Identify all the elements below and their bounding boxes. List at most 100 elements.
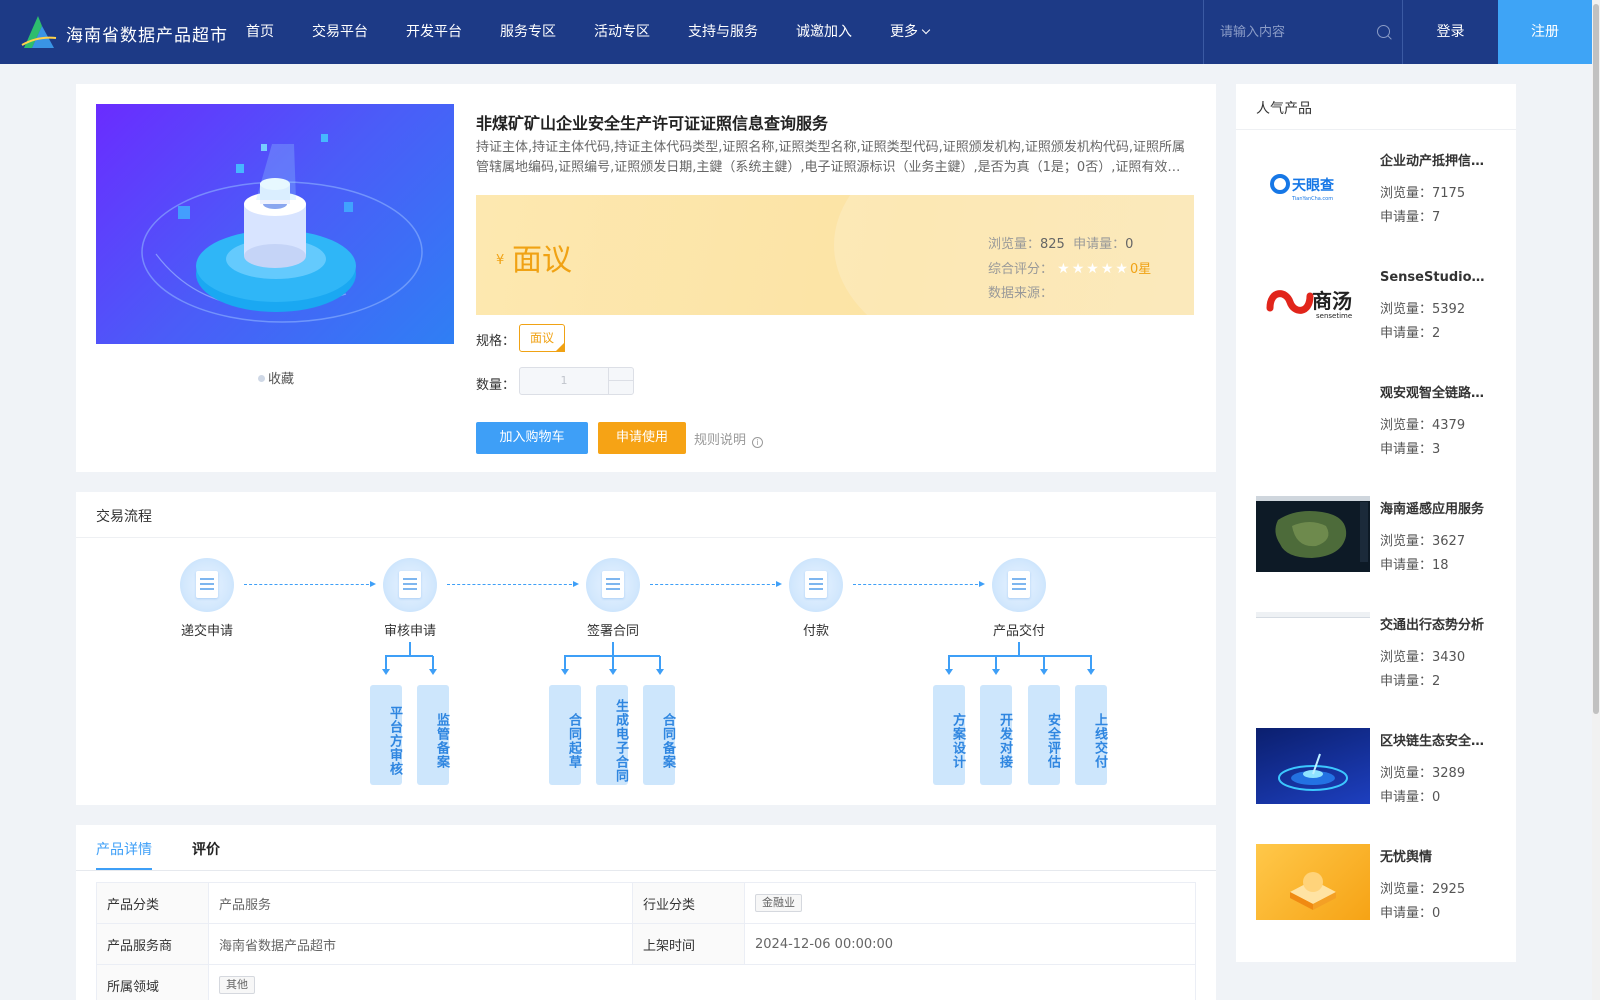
substep-platform-review: 平台方审核 <box>370 685 402 785</box>
nav-dev-platform[interactable]: 开发平台 <box>406 0 462 64</box>
apply-use-button[interactable]: 申请使用 <box>598 422 686 454</box>
spec-option[interactable]: 面议 <box>519 324 565 352</box>
applies-label: 申请量： <box>1380 906 1433 921</box>
register-button[interactable]: 注册 <box>1498 0 1592 64</box>
search-icon[interactable] <box>1377 25 1390 38</box>
views-value: 3289 <box>1432 766 1466 781</box>
popular-item[interactable]: 无忧舆情 浏览量：2925 申请量：0 <box>1256 844 1496 921</box>
step-delivery: 产品交付 <box>959 558 1079 639</box>
tree-arrow <box>1087 656 1095 675</box>
tab-reviews[interactable]: 评价 <box>192 839 220 859</box>
substep-security-assessment: 安全评估 <box>1028 685 1060 785</box>
nav-service-zone[interactable]: 服务专区 <box>500 0 556 64</box>
views-value: 3430 <box>1432 650 1466 665</box>
quantity-increase-button[interactable] <box>609 368 633 381</box>
spec-label: 规格： <box>476 334 516 349</box>
popular-item-name[interactable]: 观安观智全链路数据安全 <box>1380 382 1492 401</box>
nav-home[interactable]: 首页 <box>246 0 274 64</box>
applies-value: 7 <box>1432 210 1441 225</box>
popular-item-applies: 申请量：2 <box>1380 322 1440 341</box>
step-payment: 付款 <box>756 558 876 639</box>
product-thumbnail[interactable] <box>1256 496 1370 572</box>
domain-tag: 其他 <box>219 976 255 994</box>
site-logo-icon[interactable] <box>18 12 58 52</box>
product-detail-section: 产品详情 评价 产品分类 产品服务 行业分类 金融业 产品服务商 海南省数据产品… <box>76 825 1216 1000</box>
login-button[interactable]: 登录 <box>1403 0 1498 64</box>
tree-connector <box>1018 642 1020 656</box>
popular-item-name[interactable]: 海南遥感应用服务 <box>1380 498 1492 517</box>
product-title: 非煤矿矿山企业安全生产许可证证照信息查询服务 <box>476 114 829 133</box>
industry-tag: 金融业 <box>755 894 802 912</box>
quantity-decrease-button[interactable] <box>609 381 633 394</box>
views-label: 浏览量： <box>988 237 1041 252</box>
popular-title: 人气产品 <box>1256 101 1312 117</box>
tree-arrow <box>945 656 953 675</box>
search-box <box>1203 0 1403 64</box>
product-thumbnail[interactable]: 天眼查 TianYanCha.com <box>1256 148 1370 224</box>
nav-support[interactable]: 支持与服务 <box>688 0 758 64</box>
add-to-cart-button[interactable]: 加入购物车 <box>476 422 588 454</box>
product-thumbnail[interactable] <box>1256 612 1370 688</box>
applies-value: 0 <box>1432 790 1441 805</box>
applies-label: 申请量： <box>1380 442 1433 457</box>
popular-item-name[interactable]: 区块链生态安全服务 <box>1380 730 1492 749</box>
site-brand[interactable]: 海南省数据产品超市 <box>66 21 228 46</box>
favorite-button[interactable]: 收藏 <box>258 368 294 387</box>
payment-wallet-icon <box>789 558 843 612</box>
star-icon: ★ <box>1057 261 1070 277</box>
nav-join[interactable]: 诚邀加入 <box>796 0 852 64</box>
quantity-stepper[interactable]: 1 <box>519 367 634 395</box>
popular-item[interactable]: 交通出行态势分析 浏览量：3430 申请量：2 <box>1256 612 1496 689</box>
views-label: 浏览量： <box>1380 766 1433 781</box>
popular-item[interactable]: 区块链生态安全服务 浏览量：3289 申请量：0 <box>1256 728 1496 805</box>
product-thumbnail[interactable] <box>1256 380 1370 456</box>
detail-key: 产品分类 <box>96 882 209 924</box>
product-thumbnail[interactable]: 商汤 sensetime <box>1256 264 1370 340</box>
applies-label: 申请量： <box>1380 210 1433 225</box>
tree-arrow <box>429 656 437 675</box>
table-row: 所属领域 其他 <box>96 964 1196 1000</box>
tree-connector <box>948 655 1092 657</box>
substep-dev-integration: 开发对接 <box>980 685 1012 785</box>
trade-flow-title: 交易流程 <box>96 509 152 525</box>
page-scrollbar[interactable] <box>1592 0 1600 1000</box>
popular-item-name[interactable]: SenseStudio智能开发平台 <box>1380 266 1492 285</box>
search-input[interactable] <box>1220 22 1370 42</box>
substep-solution-design: 方案设计 <box>933 685 965 785</box>
nav-more[interactable]: 更多 <box>890 0 929 64</box>
popular-item[interactable]: 天眼查 TianYanCha.com 企业动产抵押信息查询 浏览量：7175 申… <box>1256 148 1496 225</box>
popular-item-name[interactable]: 无忧舆情 <box>1380 846 1492 865</box>
substep-e-contract: 生成电子合同 <box>596 685 628 785</box>
nav-more-label: 更多 <box>890 24 918 40</box>
views-value: 5392 <box>1432 302 1466 317</box>
price-value: 面议 <box>512 243 572 278</box>
rules-link[interactable]: 规则说明 i <box>694 429 764 448</box>
popular-item-views: 浏览量：3627 <box>1380 530 1465 549</box>
scrollbar-thumb[interactable] <box>1593 4 1599 714</box>
popular-item-applies: 申请量：0 <box>1380 902 1440 921</box>
applies-label: 申请量： <box>1380 790 1433 805</box>
detail-key: 所属领域 <box>96 964 209 1000</box>
views-value: 2925 <box>1432 882 1466 897</box>
product-thumbnail[interactable] <box>1256 728 1370 804</box>
product-thumbnail[interactable] <box>1256 844 1370 920</box>
nav-trade-platform[interactable]: 交易平台 <box>312 0 368 64</box>
tab-divider <box>76 870 1216 871</box>
quantity-value[interactable]: 1 <box>520 368 608 394</box>
detail-key: 产品服务商 <box>96 923 209 965</box>
step-review: 审核申请 <box>350 558 470 639</box>
nav-activity-zone[interactable]: 活动专区 <box>594 0 650 64</box>
popular-item[interactable]: 海南遥感应用服务 浏览量：3627 申请量：18 <box>1256 496 1496 573</box>
rules-label: 规则说明 <box>694 433 747 448</box>
tab-product-detail[interactable]: 产品详情 <box>96 839 152 859</box>
logo-subtext: TianYanCha.com <box>1291 196 1333 202</box>
popular-item[interactable]: 商汤 sensetime SenseStudio智能开发平台 浏览量：5392 … <box>1256 264 1496 341</box>
logo-text: 天眼查 <box>1292 177 1335 194</box>
views-label: 浏览量： <box>1380 534 1433 549</box>
popular-item-name[interactable]: 企业动产抵押信息查询 <box>1380 150 1492 169</box>
applies-value: 0 <box>1432 906 1441 921</box>
detail-key: 行业分类 <box>632 882 745 924</box>
popular-item-views: 浏览量：4379 <box>1380 414 1465 433</box>
popular-item[interactable]: 观安观智全链路数据安全 浏览量：4379 申请量：3 <box>1256 380 1496 457</box>
popular-item-name[interactable]: 交通出行态势分析 <box>1380 614 1492 633</box>
